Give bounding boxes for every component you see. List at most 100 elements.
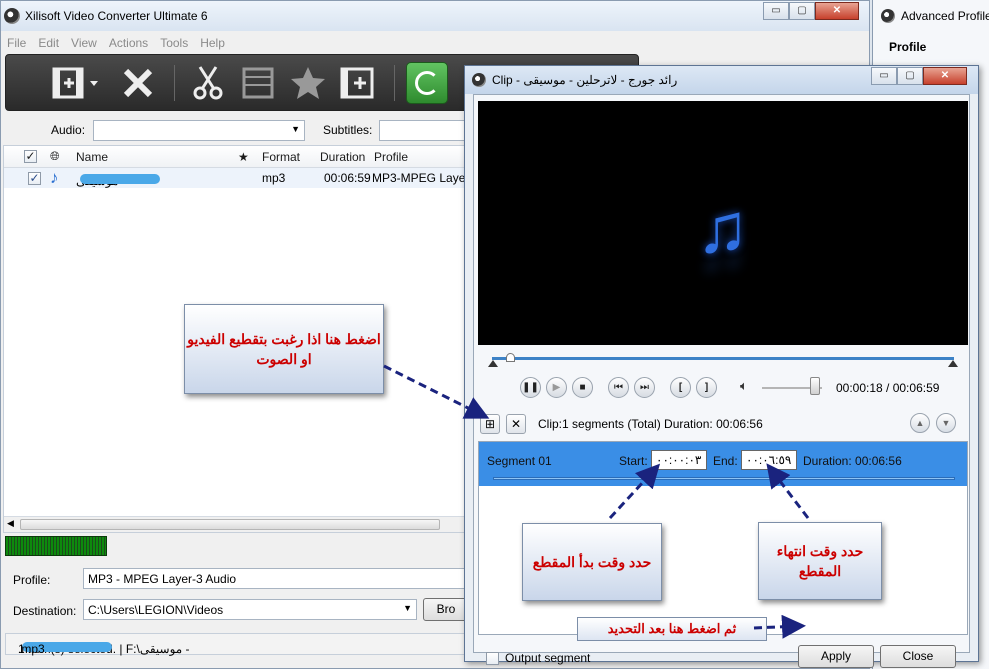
app-logo-icon [881,9,895,23]
clip-info-text: Clip:1 segments (Total) Duration: 00:06:… [538,417,763,431]
set-start-button[interactable]: [ [670,377,691,398]
profile-select-value: MP3 - MPEG Layer-3 Audio [88,572,237,586]
menu-view[interactable]: View [65,33,103,53]
column-name[interactable]: Name [76,150,108,164]
menubar: File Edit View Actions Tools Help [1,33,641,53]
clip-close-button[interactable]: ✕ [923,67,967,85]
callout-apply-hint: ثم اضغط هنا بعد التحديد [577,617,767,641]
delete-icon[interactable] [118,63,158,103]
chevron-down-icon: ▼ [291,124,300,134]
music-note-icon: ♪ [50,168,59,187]
output-segment-label: Output segment [505,651,591,665]
music-note-icon: ♫ [696,189,749,267]
main-titlebar: Xilisoft Video Converter Ultimate 6 ▭ ▢ … [1,1,869,31]
destination-select[interactable]: C:\Users\LEGION\Videos ▼ [83,599,417,620]
move-down-button[interactable]: ▼ [936,413,956,433]
output-segment-checkbox[interactable] [486,652,499,666]
audio-waveform [5,536,107,556]
column-profile[interactable]: Profile [374,150,408,164]
add-video-icon[interactable] [50,63,98,103]
scroll-left-icon[interactable]: ◀ [7,518,14,529]
previous-frame-button[interactable]: ⏮ [608,377,629,398]
start-time-input[interactable]: ٠٠:٠٠:٠٣ [651,450,707,470]
column-format[interactable]: Format [262,150,300,164]
browse-button[interactable]: Bro [423,598,469,621]
horizontal-scrollbar[interactable]: ◀ [4,516,464,532]
menu-actions[interactable]: Actions [103,33,154,53]
scrollbar-thumb[interactable] [20,519,440,530]
video-preview: ♫ [478,101,968,345]
globe-icon: 🌐︎ [50,149,60,163]
destination-label: Destination: [13,604,77,618]
app-logo-icon [472,73,486,87]
clip-minimize-button[interactable]: ▭ [871,67,897,85]
remove-segment-button[interactable]: ✕ [506,414,526,434]
maximize-button[interactable]: ▢ [789,2,815,20]
output-segment-option[interactable]: Output segment [486,651,591,666]
end-label: End: [713,454,738,468]
close-dialog-button[interactable]: Close [880,645,956,668]
clip-window-controls: ▭ ▢ ✕ [871,67,967,85]
next-frame-button[interactable]: ⏭ [634,377,655,398]
file-row-checkbox[interactable]: ✓ [28,172,41,185]
profile-label: Profile: [13,573,51,587]
merge-film-icon[interactable] [238,63,278,103]
segment-name: Segment 01 [487,454,552,468]
select-all-checkbox[interactable]: ✓ [24,150,37,163]
clip-scissors-icon[interactable] [188,63,228,103]
volume-icon[interactable]: 🔈︎ [740,378,756,394]
audio-select[interactable]: ▼ [93,120,305,141]
main-window-title: Xilisoft Video Converter Ultimate 6 [25,9,208,23]
main-window-controls: ▭ ▢ ✕ [763,2,859,20]
chevron-down-icon: ▼ [403,603,412,613]
effects-star-icon[interactable] [288,63,328,103]
move-up-button[interactable]: ▲ [910,413,930,433]
profile-select[interactable]: MP3 - MPEG Layer-3 Audio [83,568,465,589]
destination-select-value: C:\Users\LEGION\Videos [88,603,224,617]
clip-titlebar: Clip - رائد جورج - لاترحلين - موسيقى ▭ ▢… [465,66,978,94]
timeline-position-knob[interactable] [506,353,515,362]
time-display: 00:00:18 / 00:06:59 [836,381,940,395]
toolbar-separator [174,65,175,101]
segment-range-bar [493,477,955,480]
audio-subtitle-row: Audio: ▼ Subtitles: [1,117,469,143]
volume-knob[interactable] [810,377,820,395]
menu-tools[interactable]: Tools [154,33,194,53]
start-marker-icon[interactable] [488,360,498,367]
subtitles-label: Subtitles: [323,123,373,137]
clip-dialog-title: Clip - رائد جورج - لاترحلين - موسيقى [492,73,678,87]
timeline-track [492,357,954,360]
set-end-button[interactable]: ] [696,377,717,398]
add-segment-icon[interactable] [338,63,378,103]
column-star[interactable]: ★ [238,150,249,164]
play-button[interactable]: ▶ [546,377,567,398]
app-logo-icon [4,8,20,24]
segment-row[interactable]: Segment 01 Start: ٠٠:٠٠:٠٣ End: ٠٠:٠٦:٥٩… [479,442,967,486]
clip-maximize-button[interactable]: ▢ [897,67,923,85]
subtitles-select[interactable] [379,120,469,141]
menu-edit[interactable]: Edit [32,33,65,53]
menu-help[interactable]: Help [194,33,231,53]
add-segment-button[interactable]: ⊞ [480,414,500,434]
apply-button[interactable]: Apply [798,645,874,668]
minimize-button[interactable]: ▭ [763,2,789,20]
playback-timeline[interactable] [488,353,958,367]
pause-button[interactable]: ❚❚ [520,377,541,398]
stop-button[interactable]: ■ [572,377,593,398]
callout-end-hint: حدد وقت انتهاء المقطع [758,522,882,600]
file-row-duration: 00:06:59 [324,171,371,185]
convert-button[interactable] [406,62,448,104]
redacted-mark [80,174,160,184]
advanced-profile-title: Advanced Profile [901,9,989,23]
end-marker-icon[interactable] [948,360,958,367]
convert-icon [415,71,439,95]
column-duration[interactable]: Duration [320,150,365,164]
end-time-input[interactable]: ٠٠:٠٦:٥٩ [741,450,797,470]
menu-file[interactable]: File [1,33,32,53]
file-row[interactable]: ✓ ♪ موسيقى - mp3 00:06:59 MP3-MPEG Layer [4,168,469,188]
file-row-format: mp3 [262,171,286,185]
file-row-profile: MP3-MPEG Layer [372,171,470,185]
start-label: Start: [619,454,648,468]
close-button[interactable]: ✕ [815,2,859,20]
segment-duration: Duration: 00:06:56 [803,454,902,468]
